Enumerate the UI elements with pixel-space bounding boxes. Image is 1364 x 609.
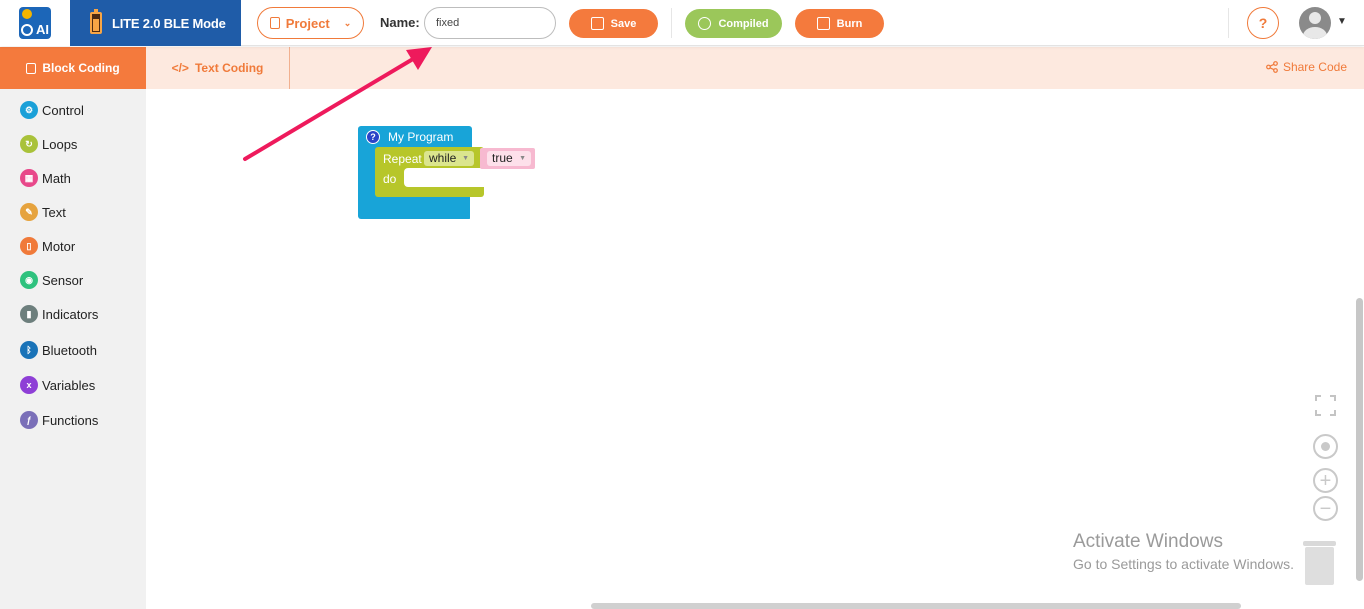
compile-button[interactable]: Compiled [685,9,782,38]
true-dropdown[interactable]: true ▼ [487,151,531,166]
help-icon[interactable]: ? [1247,7,1279,39]
sidebar-item-text[interactable]: ✎ Text [20,203,66,221]
fullscreen-icon[interactable] [1315,395,1336,416]
top-bar: AI LITE 2.0 BLE Mode Project ⌄ Name: Sav… [0,0,1364,46]
block-coding-icon [26,62,37,74]
loops-icon: ↻ [20,135,38,153]
logo-icon: AI [19,7,51,39]
compile-icon [698,17,712,30]
sidebar-item-label: Functions [42,412,99,428]
burn-label: Burn [836,17,863,30]
repeat-label: Repeat [383,152,422,166]
project-menu-button[interactable]: Project ⌄ [257,7,364,39]
code-icon: </> [171,61,189,75]
sidebar-item-sensor[interactable]: ◉ Sensor [20,271,83,289]
program-name-input[interactable] [424,7,556,39]
sensor-icon: ◉ [20,271,38,289]
sidebar-item-label: Text [42,204,66,220]
sidebar-item-motor[interactable]: ▯ Motor [20,237,75,255]
share-code-label: Share Code [1282,60,1347,74]
block-notch [470,197,474,219]
sidebar-item-variables[interactable]: x Variables [20,376,95,394]
chevron-down-icon: ⌄ [343,17,352,28]
save-icon [590,17,604,30]
sidebar-item-label: Math [42,170,71,186]
horizontal-scrollbar[interactable] [591,603,1241,609]
zoom-in-icon[interactable]: + [1313,468,1338,493]
functions-icon: ƒ [20,411,38,429]
sidebar-item-label: Bluetooth [42,342,97,358]
sidebar-item-label: Indicators [42,306,99,322]
do-label: do [383,172,397,186]
while-value: while [429,151,457,165]
tab-block-coding[interactable]: Block Coding [0,47,146,89]
device-mode-indicator[interactable]: LITE 2.0 BLE Mode [70,0,241,46]
burn-icon [816,17,830,30]
sidebar-item-label: Loops [42,136,78,152]
tab-text-coding[interactable]: </> Text Coding [146,47,290,89]
name-label: Name: [380,15,420,30]
avatar[interactable] [1299,7,1331,39]
sidebar-item-label: Variables [42,377,96,393]
sidebar-item-bluetooth[interactable]: ᛒ Bluetooth [20,341,97,359]
save-button[interactable]: Save [569,9,658,38]
save-label: Save [610,17,637,30]
windows-activation-watermark: Activate Windows Go to Settings to activ… [1073,531,1294,572]
bluetooth-icon: ᛒ [20,341,38,359]
control-icon: ⚙ [20,101,38,119]
sidebar-item-label: Control [42,102,84,118]
sidebar-item-control[interactable]: ⚙ Control [20,101,84,119]
caret-down-icon[interactable]: ▼ [1337,16,1347,27]
watermark-subtitle: Go to Settings to activate Windows. [1073,556,1294,572]
sidebar-item-functions[interactable]: ƒ Functions [20,411,98,429]
mode-tab-bar: Block Coding </> Text Coding Share Code [0,47,1364,89]
app-logo[interactable]: AI [0,0,70,46]
motor-icon: ▯ [20,237,38,255]
true-value: true [492,151,513,165]
app-window: AI LITE 2.0 BLE Mode Project ⌄ Name: Sav… [0,0,1364,609]
tab-block-coding-label: Block Coding [42,61,120,75]
indicators-icon: ▮ [20,305,38,323]
variables-icon: x [20,376,38,394]
device-mode-label: LITE 2.0 BLE Mode [112,15,226,31]
sidebar-item-math[interactable]: ▦ Math [20,169,71,187]
math-icon: ▦ [20,169,38,187]
burn-button[interactable]: Burn [795,9,884,38]
watermark-title: Activate Windows [1073,531,1223,552]
share-code-link[interactable]: Share Code [1266,60,1347,74]
sidebar-item-loops[interactable]: ↻ Loops [20,135,77,153]
share-icon [1266,61,1278,73]
battery-icon [90,9,102,34]
zoom-out-icon[interactable]: − [1313,496,1338,521]
dropdown-caret-icon: ▼ [519,155,526,162]
vertical-scrollbar[interactable] [1356,298,1363,581]
document-icon [269,17,280,29]
program-block-title: My Program [388,130,454,144]
while-dropdown[interactable]: while ▼ [424,151,474,166]
trash-icon[interactable] [1303,541,1336,585]
divider [1228,8,1229,38]
project-label: Project [285,15,330,31]
divider [671,8,672,38]
sidebar-item-label: Sensor [42,272,84,288]
tab-text-coding-label: Text Coding [194,61,264,75]
dropdown-caret-icon: ▼ [462,155,469,162]
sidebar-item-indicators[interactable]: ▮ Indicators [20,305,98,323]
do-slot[interactable] [404,168,484,187]
help-icon[interactable]: ? [366,130,380,144]
compiled-label: Compiled [718,17,769,30]
recenter-icon[interactable] [1313,434,1338,459]
sidebar-item-label: Motor [42,238,76,254]
text-icon: ✎ [20,203,38,221]
